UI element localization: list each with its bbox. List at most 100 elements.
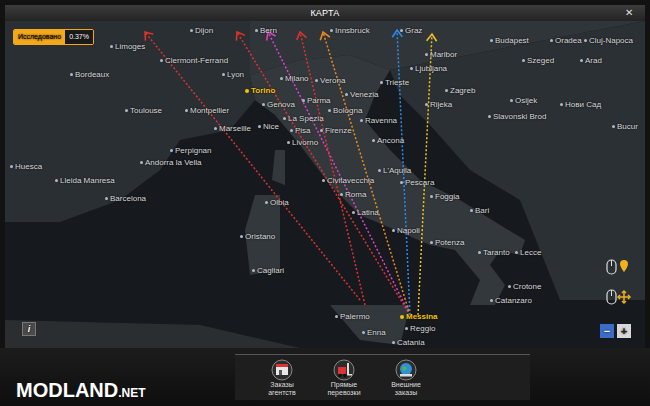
city-label[interactable]: Foggia xyxy=(430,192,459,201)
zoom-out-button[interactable]: − xyxy=(600,324,614,338)
toolbar-button[interactable]: Внешние заказы xyxy=(381,359,431,397)
city-label[interactable]: Cluj-Napoca xyxy=(584,36,633,45)
city-dot xyxy=(335,315,338,318)
city-label[interactable]: Limoges xyxy=(110,42,145,51)
city-label[interactable]: Graz xyxy=(400,26,422,35)
toolbar-button[interactable]: Заказы агентств xyxy=(257,359,307,397)
city-dot xyxy=(340,193,343,196)
city-label[interactable]: Civitavecchia xyxy=(322,176,374,185)
map[interactable]: Dijon Bern Innsbruck Graz Budapest OradeaCluj… xyxy=(5,21,645,348)
city-label[interactable]: Нови Сад xyxy=(560,100,601,109)
info-button[interactable]: i xyxy=(22,322,36,336)
city-dot xyxy=(445,89,448,92)
city-dot xyxy=(320,129,323,132)
city-dot xyxy=(400,315,404,319)
city-label[interactable]: Lleida Manresa xyxy=(55,176,115,185)
city-label[interactable]: Pisa xyxy=(290,126,311,135)
city-dot xyxy=(380,81,383,84)
city-label[interactable]: Milano xyxy=(280,74,309,83)
city-dot xyxy=(302,99,305,102)
city-label[interactable]: Roma xyxy=(340,190,366,199)
city-label[interactable]: L'Aquila xyxy=(378,166,411,175)
city-dot xyxy=(522,59,525,62)
city-label[interactable]: Ljubljana xyxy=(410,64,447,73)
city-dot xyxy=(255,29,258,32)
city-label[interactable]: Budapest xyxy=(490,36,529,45)
city-label[interactable]: Oristano xyxy=(240,232,275,241)
city-label[interactable]: Reggio xyxy=(405,324,435,333)
city-label[interactable]: Catania xyxy=(392,338,425,347)
city-label[interactable]: Perpignan xyxy=(170,146,211,155)
city-label[interactable]: La Spezia xyxy=(283,114,324,123)
city-dot xyxy=(245,89,249,93)
city-label[interactable]: Clermont-Ferrand xyxy=(160,56,228,65)
city-label[interactable]: Bari xyxy=(470,206,489,215)
city-dot xyxy=(105,197,108,200)
mouse-hints xyxy=(605,258,631,306)
city-label[interactable]: Oradea xyxy=(550,36,582,45)
city-label[interactable]: Marseille xyxy=(214,124,251,133)
city-label[interactable]: Latina xyxy=(352,208,379,217)
city-label[interactable]: Nice xyxy=(258,122,279,131)
city-label[interactable]: Palermo xyxy=(335,312,370,321)
city-label[interactable]: Firenze xyxy=(320,126,352,135)
city-label[interactable]: Toulouse xyxy=(125,106,162,115)
city-label[interactable]: Torino xyxy=(245,86,275,95)
city-label[interactable]: Bern xyxy=(255,26,277,35)
city-dot xyxy=(470,209,473,212)
city-label[interactable]: Slavonski Brod xyxy=(488,112,546,121)
toolbar-button[interactable]: Прямые перевозки xyxy=(319,359,369,397)
city-label[interactable]: Olbia xyxy=(265,198,289,207)
city-label[interactable]: Messina xyxy=(400,312,438,321)
city-label[interactable]: Lyon xyxy=(222,70,244,79)
city-label[interactable]: Livorno xyxy=(287,138,318,147)
city-label[interactable]: Montpellier xyxy=(185,106,229,115)
city-label[interactable]: Potenza xyxy=(430,238,464,247)
city-label[interactable]: Lecce xyxy=(515,248,541,257)
city-label[interactable]: Bucur xyxy=(612,122,638,131)
city-label[interactable]: Rijeka xyxy=(425,100,452,109)
city-label[interactable]: Innsbruck xyxy=(330,26,370,35)
city-dot xyxy=(240,235,243,238)
close-button[interactable]: ✕ xyxy=(621,8,637,18)
city-label[interactable]: Bordeaux xyxy=(70,70,109,79)
city-label[interactable]: Andorra la Vella xyxy=(140,158,201,167)
city-dot xyxy=(508,285,511,288)
city-label[interactable]: Bologna xyxy=(328,106,362,115)
city-label[interactable]: Barcelona xyxy=(105,194,146,203)
city-label[interactable]: Crotone xyxy=(508,282,541,291)
city-label[interactable]: Cagliari xyxy=(252,266,284,275)
city-label[interactable]: Szeged xyxy=(522,56,554,65)
city-label[interactable]: Parma xyxy=(302,96,331,105)
city-dot xyxy=(214,127,217,130)
city-label[interactable]: Taranto xyxy=(478,248,510,257)
city-label[interactable]: Osijek xyxy=(510,96,537,105)
city-label[interactable]: Ancona xyxy=(372,136,404,145)
city-label[interactable]: Catanzaro xyxy=(490,296,532,305)
zoom-controls: −+ xyxy=(600,324,631,338)
city-dot xyxy=(283,117,286,120)
city-dot xyxy=(185,109,188,112)
city-label[interactable]: Napoli xyxy=(392,226,420,235)
city-label[interactable]: Arad xyxy=(580,56,602,65)
city-dot xyxy=(488,115,491,118)
city-label[interactable]: Ravenna xyxy=(360,116,397,125)
city-label[interactable]: Maribor xyxy=(425,50,457,59)
city-label[interactable]: Dijon xyxy=(190,26,213,35)
city-label[interactable]: Venezia xyxy=(345,90,378,99)
city-label[interactable]: Genova xyxy=(262,100,295,109)
city-dot xyxy=(110,45,113,48)
city-label[interactable]: Verona xyxy=(315,76,345,85)
explored-badge: Исследовано0.37% xyxy=(13,29,94,45)
city-label[interactable]: Trieste xyxy=(380,78,409,87)
city-dot xyxy=(290,129,293,132)
city-label[interactable]: Pescara xyxy=(400,178,434,187)
city-dot xyxy=(392,229,395,232)
zoom-in-button[interactable]: + xyxy=(617,324,631,338)
city-label[interactable]: Huesca xyxy=(10,162,42,171)
city-label[interactable]: Zagreb xyxy=(445,86,475,95)
city-dot xyxy=(190,29,193,32)
mouse-pin-icon xyxy=(605,258,631,276)
city-label[interactable]: Enna xyxy=(362,328,386,337)
city-dot xyxy=(352,211,355,214)
